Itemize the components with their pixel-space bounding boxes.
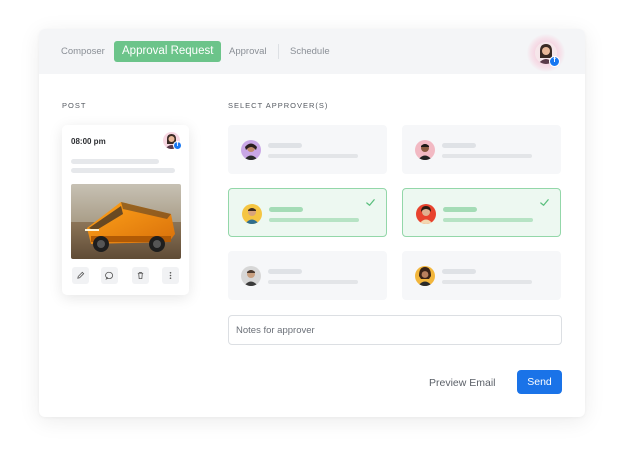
tab-approval-request[interactable]: Approval Request bbox=[114, 41, 222, 62]
approver-name-placeholder bbox=[443, 207, 477, 212]
approver-avatar bbox=[241, 140, 261, 160]
post-text-line bbox=[71, 159, 159, 164]
approver-option[interactable] bbox=[228, 251, 387, 300]
approver-option-selected[interactable] bbox=[228, 188, 387, 237]
post-text-line bbox=[71, 168, 175, 173]
tab-divider bbox=[278, 44, 279, 59]
approver-name-placeholder bbox=[268, 269, 302, 274]
post-time: 08:00 pm bbox=[71, 137, 106, 146]
edit-icon[interactable] bbox=[72, 267, 89, 284]
approver-avatar bbox=[415, 140, 435, 160]
approver-name-placeholder bbox=[268, 143, 302, 148]
approver-option-selected[interactable] bbox=[402, 188, 561, 237]
delete-icon[interactable] bbox=[132, 267, 149, 284]
approver-avatar bbox=[241, 266, 261, 286]
approver-name-placeholder bbox=[269, 207, 303, 212]
approvers-section-label: SELECT APPROVER(S) bbox=[228, 101, 329, 110]
approver-detail-placeholder bbox=[268, 154, 358, 158]
approval-panel: Composer Approval Request Approval Sched… bbox=[39, 29, 585, 417]
more-icon[interactable] bbox=[162, 267, 179, 284]
approver-avatar bbox=[242, 204, 262, 224]
check-icon bbox=[366, 199, 375, 206]
comment-icon[interactable] bbox=[101, 267, 118, 284]
tab-composer[interactable]: Composer bbox=[61, 29, 105, 74]
facebook-icon: f bbox=[173, 141, 182, 150]
approver-detail-placeholder bbox=[268, 280, 358, 284]
approver-detail-placeholder bbox=[442, 280, 532, 284]
approver-option[interactable] bbox=[228, 125, 387, 174]
preview-email-button[interactable]: Preview Email bbox=[429, 373, 496, 393]
approver-detail-placeholder bbox=[269, 218, 359, 222]
tab-approval[interactable]: Approval bbox=[229, 29, 267, 74]
check-icon bbox=[540, 199, 549, 206]
approver-option[interactable] bbox=[402, 125, 561, 174]
send-button[interactable]: Send bbox=[517, 370, 562, 394]
approver-detail-placeholder bbox=[442, 154, 532, 158]
approver-detail-placeholder bbox=[443, 218, 533, 222]
approver-name-placeholder bbox=[442, 143, 476, 148]
car-photo bbox=[71, 184, 181, 259]
approver-option[interactable] bbox=[402, 251, 561, 300]
post-preview-card: 08:00 pm f bbox=[62, 125, 189, 295]
approver-avatar bbox=[415, 266, 435, 286]
post-section-label: POST bbox=[62, 101, 87, 110]
approver-name-placeholder bbox=[442, 269, 476, 274]
tab-schedule[interactable]: Schedule bbox=[290, 29, 330, 74]
approver-avatar bbox=[416, 204, 436, 224]
notes-input[interactable] bbox=[228, 315, 562, 345]
account-avatar[interactable]: f bbox=[527, 34, 565, 72]
top-tab-bar: Composer Approval Request Approval Sched… bbox=[39, 29, 585, 74]
facebook-icon: f bbox=[549, 56, 560, 67]
